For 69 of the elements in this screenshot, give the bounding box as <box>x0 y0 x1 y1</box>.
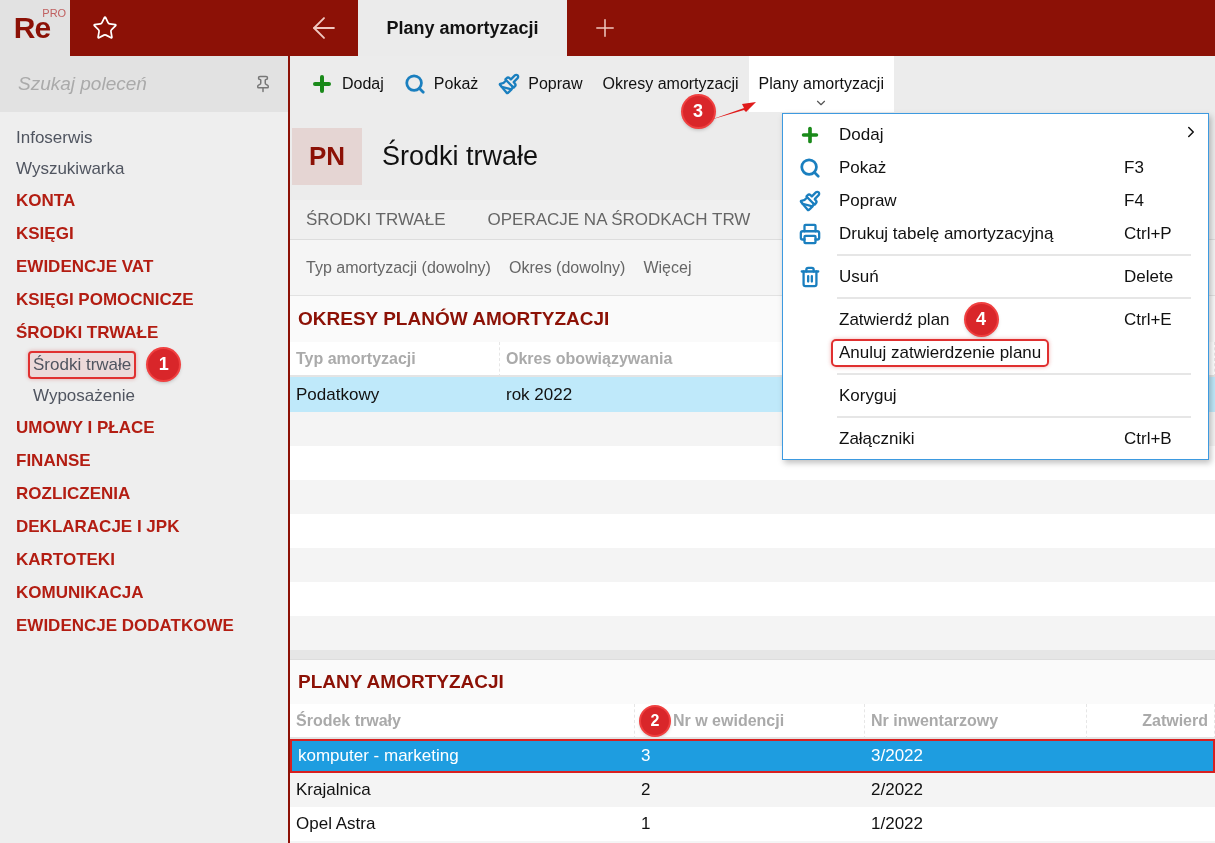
nav-item[interactable]: UMOWY I PŁACE <box>16 417 155 438</box>
toolbar-button[interactable]: Plany amortyzacji <box>748 56 894 112</box>
nav-item[interactable]: KARTOTEKI <box>16 549 115 570</box>
menu-item[interactable]: Koryguj <box>783 379 1208 412</box>
table-cell: Opel Astra <box>290 807 635 841</box>
nav-subitem[interactable]: Środki trwałe <box>28 350 137 379</box>
filter-link[interactable]: Więcej <box>643 258 692 277</box>
search-field[interactable]: Szukaj poleceń <box>0 56 288 112</box>
step-badge: 4 <box>965 304 997 335</box>
table-cell: 2/2022 <box>865 773 1087 807</box>
menu-item[interactable]: Usuń Delete <box>783 260 1208 293</box>
column-header: Typ amortyzacji <box>296 349 416 368</box>
column-header: Nr w ewidencji <box>673 711 785 730</box>
trash-icon <box>799 265 821 288</box>
menu-item[interactable]: Zatwierdź plan 4 Ctrl+E <box>783 303 1208 336</box>
nav-item[interactable]: KOMUNIKACJA <box>16 582 144 603</box>
printer-icon <box>799 222 821 245</box>
section-tab[interactable]: ŚRODKI TRWAŁE <box>306 209 446 230</box>
menu-item[interactable]: Drukuj tabelę amortyzacyjną Ctrl+P <box>783 217 1208 250</box>
page-title: Środki trwałe <box>382 140 539 172</box>
nav-item[interactable]: Wyszukiwarka <box>16 158 125 179</box>
nav-item[interactable]: FINANSE <box>16 450 91 471</box>
column-header: Zatwierd <box>1142 711 1208 730</box>
table-cell: 1 <box>635 807 865 841</box>
menu-item[interactable]: Anuluj zatwierdzenie planu <box>783 336 1208 369</box>
section-title: PLANY AMORTYZACJI <box>298 671 504 693</box>
table-cell: Podatkowy <box>290 377 500 412</box>
nav-item[interactable]: EWIDENCJE VAT <box>16 256 154 277</box>
nav-item[interactable]: DEKLARACJE I JPK <box>16 516 180 537</box>
menu-item[interactable]: Popraw F4 <box>783 184 1208 217</box>
pin-icon[interactable] <box>254 75 272 93</box>
nav-item[interactable]: EWIDENCJE DODATKOWE <box>16 615 234 636</box>
filter-link[interactable]: Typ amortyzacji (dowolny) <box>306 258 491 277</box>
search-icon <box>799 156 821 179</box>
nav-item[interactable]: Infoserwis <box>16 127 93 148</box>
nav-subitem[interactable]: Wyposażenie <box>28 381 140 410</box>
search-icon <box>403 73 426 95</box>
toolbar-button[interactable]: Popraw <box>488 56 593 112</box>
nav-item[interactable]: KONTA <box>16 190 76 211</box>
table-cell: Krajalnica <box>290 773 635 807</box>
search-input[interactable]: Szukaj poleceń <box>16 72 236 96</box>
table-cell: 1/2022 <box>865 807 1087 841</box>
plus-icon <box>310 72 334 96</box>
step-badge: 1 <box>148 349 180 380</box>
menu-item[interactable]: Pokaż F3 <box>783 151 1208 184</box>
brush-icon <box>799 189 821 212</box>
nav-item[interactable]: ŚRODKI TRWAŁE <box>16 322 159 343</box>
toolbar-button[interactable]: Dodaj <box>300 56 394 112</box>
column-header: Okres obowiązywania <box>506 349 673 368</box>
module-badge: PN <box>292 127 362 185</box>
column-header: Nr inwentarzowy <box>871 711 999 730</box>
filter-link[interactable]: Okres (dowolny) <box>508 258 626 277</box>
brush-icon <box>498 73 521 95</box>
step-badge: 3 <box>682 96 714 127</box>
table-cell: komputer - marketing <box>290 739 635 773</box>
section-title: OKRESY PLANÓW AMORTYZACJI <box>298 308 610 330</box>
menu-item[interactable]: Załączniki Ctrl+B <box>783 422 1208 455</box>
toolbar-button[interactable]: Pokaż <box>393 56 489 112</box>
star-icon[interactable] <box>92 15 118 41</box>
nav-item[interactable]: ROZLICZENIA <box>16 483 131 504</box>
table-cell: 2 <box>635 773 865 807</box>
step-badge: 2 <box>641 706 669 735</box>
menu-item[interactable]: Dodaj <box>783 118 1208 151</box>
nav-item[interactable]: KSIĘGI POMOCNICZE <box>16 289 194 310</box>
table-cell: 3 <box>635 739 865 773</box>
table-cell: 3/2022 <box>865 739 1087 773</box>
column-header: Środek trwały <box>296 711 401 730</box>
section-tab[interactable]: OPERACJE NA ŚRODKACH TRW <box>487 209 751 230</box>
nav-item[interactable]: KSIĘGI <box>16 223 74 244</box>
